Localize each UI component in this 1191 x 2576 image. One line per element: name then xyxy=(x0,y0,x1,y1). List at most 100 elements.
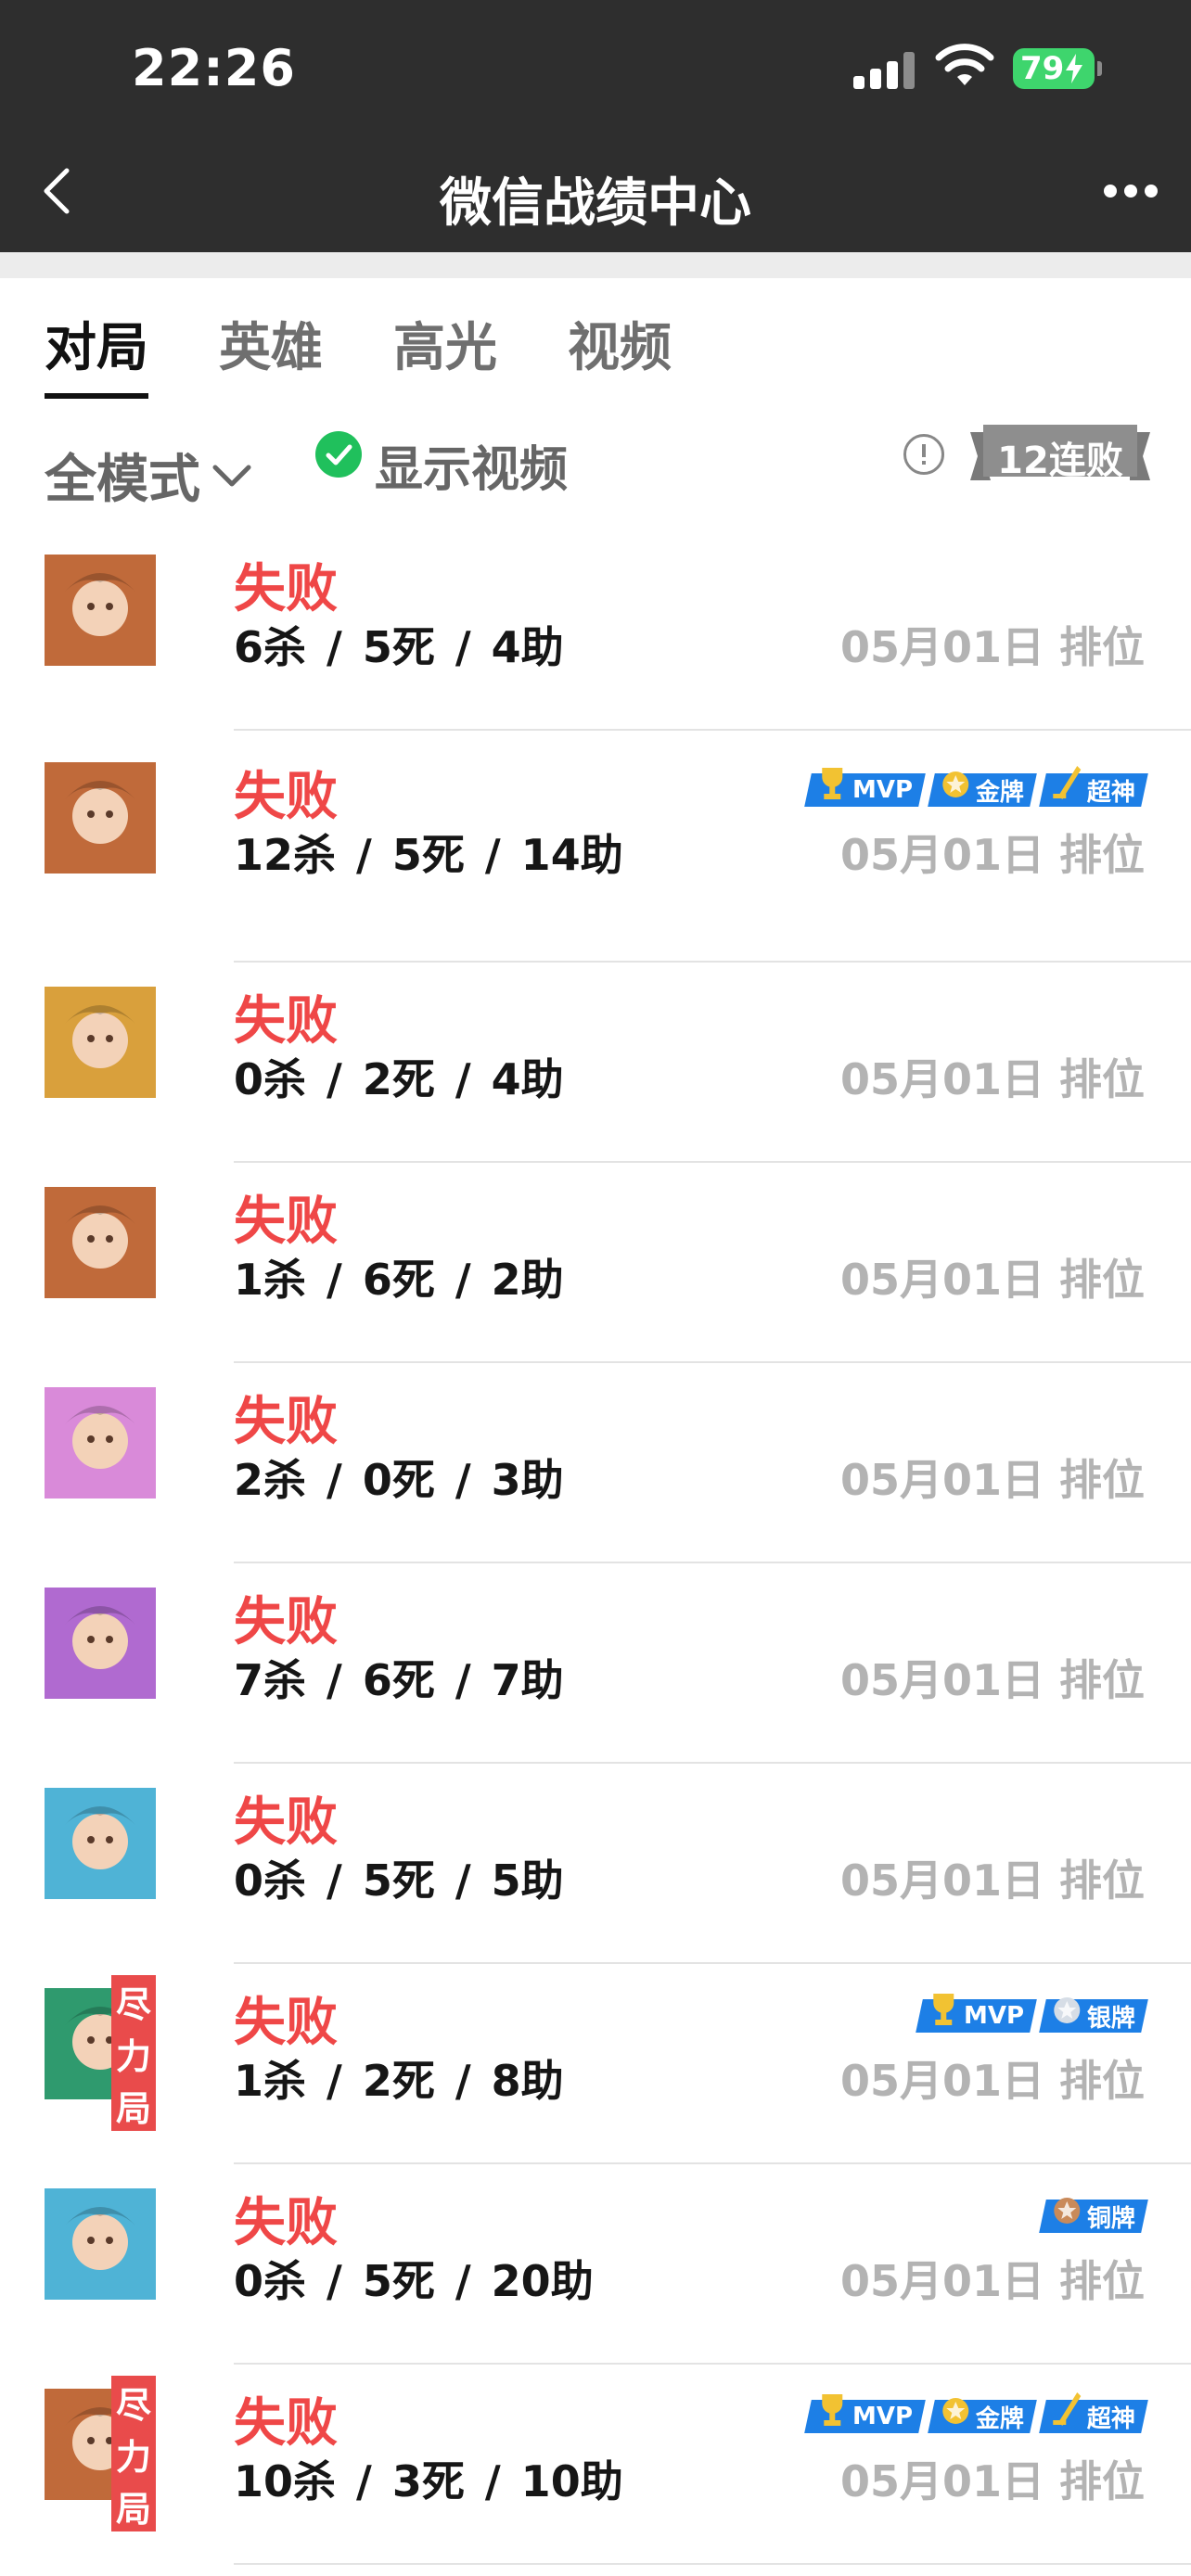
achievement-badges: 铜牌 xyxy=(1039,2198,1148,2233)
match-date-mode: 05月01日 排位 xyxy=(840,1246,1145,1307)
match-date-mode: 05月01日 排位 xyxy=(840,2047,1145,2109)
hero-avatar xyxy=(45,1387,156,1498)
match-date-mode: 05月01日 排位 xyxy=(840,822,1145,883)
match-result: 失败 xyxy=(234,559,338,619)
tab-bar: 对局 英雄 高光 视频 xyxy=(45,306,672,399)
status-time: 22:26 xyxy=(132,39,296,97)
row-divider xyxy=(234,2563,1191,2565)
match-mode: 排位 xyxy=(1059,2056,1145,2106)
hero-avatar xyxy=(45,987,156,1098)
badge-label: 金牌 xyxy=(975,778,1024,807)
badge-mvp: MVP xyxy=(804,768,926,807)
badge-label: MVP xyxy=(852,2403,913,2430)
match-result: 失败 xyxy=(234,1392,338,1452)
badge-gold: 金牌 xyxy=(928,2398,1037,2433)
match-date: 05月01日 xyxy=(839,1255,1044,1305)
match-kda: 10杀 / 3死 / 10助 xyxy=(234,2456,623,2506)
match-date-mode: 05月01日 排位 xyxy=(840,2248,1145,2309)
badge-label: 铜牌 xyxy=(1086,2204,1135,2233)
top-bar: 22:26 79 微信战绩中心 xyxy=(0,0,1191,252)
badge-bronze: 铜牌 xyxy=(1039,2198,1148,2233)
match-date: 05月01日 xyxy=(839,622,1044,672)
match-mode: 排位 xyxy=(1059,2456,1145,2506)
match-date: 05月01日 xyxy=(839,830,1044,880)
match-mode: 排位 xyxy=(1059,1054,1145,1104)
match-date-mode: 05月01日 排位 xyxy=(840,2448,1145,2509)
match-date-mode: 05月01日 排位 xyxy=(840,614,1145,675)
match-result: 失败 xyxy=(234,1993,338,2053)
achievement-badges: MVP 银牌 xyxy=(916,1994,1148,2033)
match-row[interactable]: 失败 0杀 / 5死 / 20助 05月01日 排位 铜牌 xyxy=(0,2164,1191,2365)
badge-label: 金牌 xyxy=(975,2404,1024,2433)
badge-mvp: MVP xyxy=(916,1994,1037,2033)
tab-videos[interactable]: 视频 xyxy=(568,306,672,399)
battery-indicator: 79 xyxy=(1013,48,1102,89)
badge-label: 超神 xyxy=(1086,778,1135,807)
badge-label: MVP xyxy=(963,2002,1024,2030)
more-options-icon[interactable] xyxy=(1104,182,1158,200)
badge-mvp: MVP xyxy=(804,2394,926,2433)
hero-avatar xyxy=(45,762,156,874)
show-video-label: 显示视频 xyxy=(375,442,569,498)
hero-avatar xyxy=(45,1588,156,1699)
match-row[interactable]: 失败 2杀 / 0死 / 3助 05月01日 排位 xyxy=(0,1363,1191,1563)
info-icon[interactable] xyxy=(903,434,944,475)
effort-match-tag: 尽力局 xyxy=(111,1975,156,2131)
match-row[interactable]: 失败 1杀 / 2死 / 8助 05月01日 排位 尽力局 MVP 银牌 xyxy=(0,1964,1191,2164)
streak-text: 12连败 xyxy=(997,440,1123,482)
match-kda: 2杀 / 0死 / 3助 xyxy=(234,1455,564,1505)
badge-gold: 金牌 xyxy=(928,772,1037,807)
match-row[interactable]: 失败 0杀 / 5死 / 5助 05月01日 排位 xyxy=(0,1764,1191,1964)
badge-label: 超神 xyxy=(1086,2404,1135,2433)
match-mode: 排位 xyxy=(1059,1255,1145,1305)
match-kda: 1杀 / 6死 / 2助 xyxy=(234,1255,564,1305)
hero-avatar xyxy=(45,555,156,666)
match-result: 失败 xyxy=(234,1792,338,1853)
losing-streak-badge: 12连败 xyxy=(970,421,1150,486)
match-row[interactable]: 失败 1杀 / 6死 / 2助 05月01日 排位 xyxy=(0,1163,1191,1363)
match-row[interactable]: 失败 6杀 / 5死 / 4助 05月01日 排位 xyxy=(0,530,1191,731)
badge-label: MVP xyxy=(852,776,913,804)
wifi-icon xyxy=(935,44,994,85)
mode-dropdown-label: 全模式 xyxy=(45,450,200,510)
tab-highlights[interactable]: 高光 xyxy=(393,306,497,399)
checkmark-icon xyxy=(315,430,362,478)
match-row[interactable]: 失败 7杀 / 6死 / 7助 05月01日 排位 xyxy=(0,1563,1191,1764)
show-video-toggle[interactable]: 显示视频 xyxy=(315,430,568,500)
match-kda: 0杀 / 5死 / 20助 xyxy=(234,2256,594,2306)
match-result: 失败 xyxy=(234,767,338,827)
tab-matches[interactable]: 对局 xyxy=(45,306,148,399)
tab-heroes[interactable]: 英雄 xyxy=(219,306,323,399)
match-date: 05月01日 xyxy=(839,2056,1044,2106)
match-kda: 6杀 / 5死 / 4助 xyxy=(234,622,564,672)
match-date: 05月01日 xyxy=(839,1455,1044,1505)
match-row[interactable]: 失败 12杀 / 5死 / 14助 05月01日 排位 MVP 金牌 超神 xyxy=(0,731,1191,963)
cellular-signal-icon xyxy=(853,52,918,89)
match-date: 05月01日 xyxy=(839,1655,1044,1705)
battery-level: 79 xyxy=(1020,50,1065,87)
match-date: 05月01日 xyxy=(839,2256,1044,2306)
charging-bolt-icon xyxy=(1066,54,1083,83)
match-result: 失败 xyxy=(234,1192,338,1252)
match-mode: 排位 xyxy=(1059,830,1145,880)
badge-silver: 银牌 xyxy=(1039,1997,1148,2033)
header-divider xyxy=(0,252,1191,278)
match-date-mode: 05月01日 排位 xyxy=(840,1046,1145,1107)
mode-dropdown[interactable]: 全模式 xyxy=(45,438,252,513)
match-kda: 12杀 / 5死 / 14助 xyxy=(234,830,623,880)
match-date-mode: 05月01日 排位 xyxy=(840,1647,1145,1708)
match-mode: 排位 xyxy=(1059,1855,1145,1906)
match-date-mode: 05月01日 排位 xyxy=(840,1447,1145,1508)
match-mode: 排位 xyxy=(1059,622,1145,672)
match-row[interactable]: 失败 10杀 / 3死 / 10助 05月01日 排位 尽力局 MVP 金牌 超神 xyxy=(0,2365,1191,2565)
match-kda: 0杀 / 2死 / 4助 xyxy=(234,1054,564,1104)
hero-avatar xyxy=(45,1187,156,1298)
badge-label: 银牌 xyxy=(1086,2004,1135,2033)
match-mode: 排位 xyxy=(1059,1455,1145,1505)
match-result: 失败 xyxy=(234,991,338,1052)
match-row[interactable]: 失败 0杀 / 2死 / 4助 05月01日 排位 xyxy=(0,963,1191,1163)
match-date: 05月01日 xyxy=(839,1855,1044,1906)
match-date: 05月01日 xyxy=(839,1054,1044,1104)
match-result: 失败 xyxy=(234,1592,338,1652)
match-result: 失败 xyxy=(234,2193,338,2253)
